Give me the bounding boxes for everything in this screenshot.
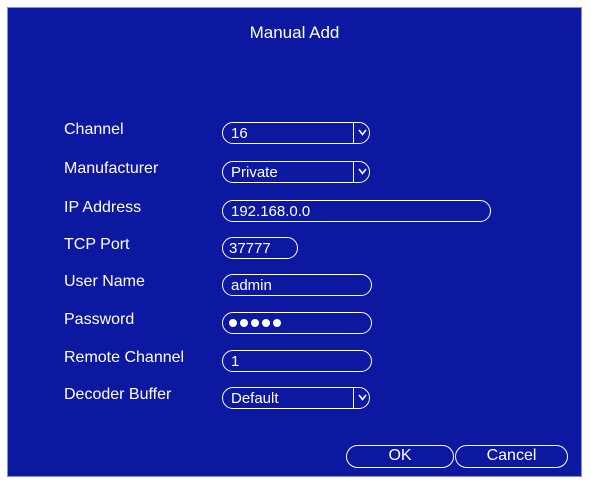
channel-value: 16 bbox=[231, 124, 248, 142]
remote-channel-input[interactable]: 1 bbox=[222, 350, 372, 372]
manufacturer-value: Private bbox=[231, 163, 278, 181]
password-mask bbox=[223, 319, 281, 327]
password-dot bbox=[240, 319, 248, 327]
manufacturer-select[interactable]: Private bbox=[222, 161, 370, 183]
tcp-port-label: TCP Port bbox=[64, 236, 130, 253]
channel-label: Channel bbox=[64, 121, 124, 138]
tcp-port-input[interactable]: 37777 bbox=[222, 237, 298, 259]
password-dot bbox=[262, 319, 270, 327]
manufacturer-label: Manufacturer bbox=[64, 160, 159, 177]
decoder-buffer-value: Default bbox=[231, 389, 279, 407]
chevron-down-icon[interactable] bbox=[353, 161, 370, 182]
chevron-down-icon[interactable] bbox=[353, 122, 370, 143]
remote-channel-value: 1 bbox=[231, 352, 240, 370]
decoder-buffer-label: Decoder Buffer bbox=[64, 386, 172, 403]
chevron-down-icon[interactable] bbox=[353, 387, 370, 408]
password-dot bbox=[251, 319, 259, 327]
decoder-buffer-select[interactable]: Default bbox=[222, 387, 370, 409]
user-name-label: User Name bbox=[64, 273, 145, 290]
password-dot bbox=[273, 319, 281, 327]
ip-address-input[interactable]: 192.168.0.0 bbox=[222, 200, 491, 222]
channel-select[interactable]: 16 bbox=[222, 122, 370, 144]
password-label: Password bbox=[64, 311, 135, 328]
password-input[interactable] bbox=[222, 312, 372, 334]
ok-button[interactable]: OK bbox=[346, 445, 454, 468]
password-dot bbox=[229, 319, 237, 327]
cancel-button[interactable]: Cancel bbox=[455, 445, 568, 468]
manual-add-dialog: Manual Add Channel 16 Manufacturer Priva… bbox=[7, 7, 582, 477]
user-name-value: admin bbox=[231, 276, 272, 294]
ip-address-value: 192.168.0.0 bbox=[231, 202, 311, 220]
ip-address-label: IP Address bbox=[64, 199, 142, 216]
user-name-input[interactable]: admin bbox=[222, 274, 372, 296]
tcp-port-value: 37777 bbox=[229, 239, 271, 257]
dialog-title: Manual Add bbox=[249, 23, 340, 42]
remote-channel-label: Remote Channel bbox=[64, 349, 185, 366]
